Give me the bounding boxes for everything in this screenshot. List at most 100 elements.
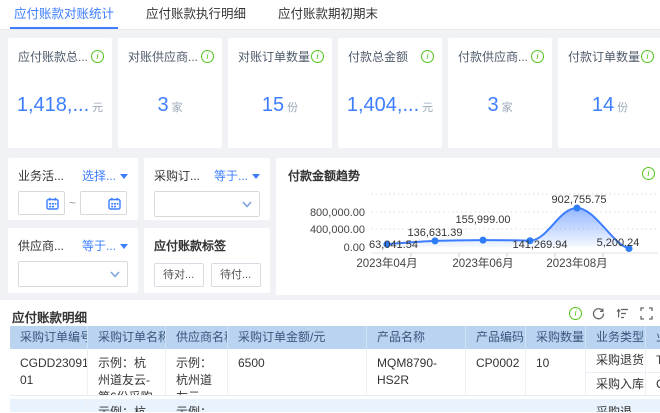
kpi-value: 1,418,... bbox=[16, 94, 90, 116]
point-label-4: 902,755.75 bbox=[551, 194, 606, 206]
col-order-amount[interactable]: 采购订单金额/元 bbox=[228, 326, 367, 349]
calendar-icon bbox=[108, 197, 121, 210]
date-from-input[interactable] bbox=[18, 191, 65, 215]
col-order-no[interactable]: 采购订单编号 bbox=[10, 326, 88, 349]
col-supplier[interactable]: 供应商名称 bbox=[166, 326, 228, 349]
cell-order-name: 示例：杭州 bbox=[88, 399, 166, 412]
cell-amount: 6500 bbox=[228, 349, 367, 396]
caret-down-icon bbox=[252, 174, 260, 179]
filter-label: 采购订... bbox=[154, 169, 201, 183]
cell-business-type: 采购退货 采购入库 bbox=[586, 349, 646, 396]
calendar-icon bbox=[46, 197, 59, 210]
kpi-card-recon-orders: 对账订单数量 i 15 份 bbox=[228, 38, 332, 148]
payment-trend-chart-panel: 800,000.00 400,000.00 0.00 2023年04月 2023… bbox=[276, 158, 660, 295]
cell-qty: 10 bbox=[526, 349, 586, 396]
x-tick-aug: 2023年08月 bbox=[546, 256, 607, 270]
filter-supplier: 供应商... 等于... bbox=[8, 228, 138, 293]
cell-order-name: 示例：杭州道友云-第6份采购订单 bbox=[88, 349, 166, 396]
operator-dropdown[interactable]: 等于... bbox=[214, 167, 260, 184]
table-title: 应付账款明细 bbox=[12, 311, 88, 325]
payable-detail-table: 采购订单编号 采购订单名称 供应商名称 采购订单金额/元 产品名称 产品编码 采… bbox=[10, 326, 660, 412]
tag-pending-reconcile-button[interactable]: 待对... bbox=[154, 263, 204, 287]
cell-supplier: 示例：杭州道友云 bbox=[166, 349, 228, 396]
top-tab-bar: 应付账款对账统计 应付账款执行明细 应付账款期初期末 bbox=[0, 0, 660, 30]
range-separator: ~ bbox=[69, 196, 77, 210]
kpi-value: 14 bbox=[591, 94, 615, 116]
tab-payable-reconciliation-stats[interactable]: 应付账款对账统计 bbox=[10, 0, 119, 29]
point-label-2: 155,999.00 bbox=[455, 214, 510, 226]
cell-product-name: MQM8790-HS2R bbox=[367, 349, 466, 396]
supplier-select[interactable] bbox=[18, 261, 128, 287]
cell-cutoff: T C bbox=[646, 349, 660, 396]
date-to-input[interactable] bbox=[80, 191, 128, 215]
point-label-3: 141,269.94 bbox=[512, 239, 567, 251]
kpi-card-payment-suppliers: 付款供应商... i 3家 bbox=[448, 38, 552, 148]
filter-label: 供应商... bbox=[18, 239, 65, 253]
tag-pending-payment-button[interactable]: 待付... bbox=[211, 263, 261, 287]
kpi-value: 3 bbox=[487, 94, 499, 116]
col-cutoff[interactable]: 业 bbox=[646, 326, 660, 349]
info-icon[interactable]: i bbox=[641, 50, 654, 63]
kpi-label: 对账订单数量 bbox=[238, 50, 311, 64]
cell-product-code: CP0002 bbox=[466, 349, 526, 396]
operator-dropdown[interactable]: 等于... bbox=[82, 237, 128, 254]
cell-supplier: 示例：杭州 bbox=[166, 399, 228, 412]
col-business-type[interactable]: 业务类型 bbox=[586, 326, 646, 349]
col-qty[interactable]: 采购数量 bbox=[526, 326, 586, 349]
info-icon[interactable]: i bbox=[311, 50, 324, 63]
refresh-icon[interactable] bbox=[591, 306, 606, 321]
tab-payable-opening-closing[interactable]: 应付账款期初期末 bbox=[274, 0, 382, 29]
y-tick-400k: 400,000.00 bbox=[310, 224, 365, 236]
info-icon[interactable]: i bbox=[421, 50, 434, 63]
info-icon[interactable]: i bbox=[531, 50, 544, 63]
point-label-1: 136,631.39 bbox=[407, 227, 462, 239]
filter-label: 业务活... bbox=[18, 169, 65, 183]
expand-icon[interactable] bbox=[639, 306, 654, 321]
kpi-unit: 家 bbox=[171, 102, 183, 114]
kpi-label: 付款供应商... bbox=[458, 50, 529, 64]
kpi-card-payment-orders: 付款订单数量 i 14 份 bbox=[558, 38, 660, 148]
column-sort-icon[interactable] bbox=[615, 306, 630, 321]
tags-title: 应付账款标签 bbox=[154, 239, 227, 253]
kpi-label: 付款总金额 bbox=[348, 50, 409, 64]
x-tick-apr: 2023年04月 bbox=[356, 256, 417, 270]
chevron-down-icon bbox=[242, 201, 252, 208]
point-label-5: 5,200.24 bbox=[597, 237, 640, 249]
point-label-0: 63,041.54 bbox=[369, 239, 418, 251]
kpi-card-payable-total: 应付账款总... i 1,418,... 元 bbox=[8, 38, 112, 148]
kpi-card-recon-suppliers: 对账供应商... i 3家 bbox=[118, 38, 222, 148]
table-row-partial[interactable]: 示例：杭州 示例：杭州 采购退货 bbox=[10, 399, 660, 412]
info-icon[interactable]: i bbox=[569, 307, 582, 320]
col-order-name[interactable]: 采购订单名称 bbox=[88, 326, 166, 349]
col-product-code[interactable]: 产品编码 bbox=[466, 326, 526, 349]
kpi-unit: 元 bbox=[422, 102, 434, 114]
info-icon[interactable]: i bbox=[91, 50, 104, 63]
cell-order-no: CGDD230918-01 bbox=[10, 349, 88, 396]
kpi-unit: 份 bbox=[287, 102, 299, 114]
kpi-label: 付款订单数量 bbox=[568, 50, 641, 64]
kpi-value: 3 bbox=[157, 94, 169, 116]
y-tick-800k: 800,000.00 bbox=[310, 207, 365, 219]
kpi-unit: 份 bbox=[617, 102, 629, 114]
table-row[interactable]: CGDD230918-01 示例：杭州道友云-第6份采购订单 示例：杭州道友云 … bbox=[10, 349, 660, 396]
y-tick-0: 0.00 bbox=[344, 242, 365, 254]
payable-detail-section: 应付账款明细 i 采购订单编号 采购订单名称 供应商名称 采购订单金额/元 产品… bbox=[0, 300, 660, 413]
info-icon[interactable]: i bbox=[201, 50, 214, 63]
info-icon[interactable]: i bbox=[642, 167, 655, 180]
caret-down-icon bbox=[120, 244, 128, 249]
kpi-card-payment-total: 付款总金额 i 1,404,... 元 bbox=[338, 38, 442, 148]
kpi-card-row: 应付账款总... i 1,418,... 元 对账供应商... i 3家 对账订单… bbox=[8, 38, 660, 148]
purchase-order-select[interactable] bbox=[154, 191, 260, 217]
cell-business-type: 采购退货 bbox=[586, 399, 646, 412]
caret-down-icon bbox=[120, 174, 128, 179]
kpi-unit: 元 bbox=[92, 102, 104, 114]
chart-title: 付款金额趋势 bbox=[288, 169, 361, 183]
filter-payable-tags: 应付账款标签 待对... 待付... bbox=[144, 228, 270, 293]
operator-dropdown[interactable]: 选择... bbox=[82, 167, 128, 184]
kpi-unit: 家 bbox=[501, 102, 513, 114]
col-product-name[interactable]: 产品名称 bbox=[367, 326, 466, 349]
filter-purchase-order: 采购订... 等于... bbox=[144, 158, 270, 220]
tab-payable-execution-detail[interactable]: 应付账款执行明细 bbox=[142, 0, 250, 29]
filter-business-activity: 业务活... 选择... ~ bbox=[8, 158, 138, 220]
kpi-label: 应付账款总... bbox=[18, 50, 89, 64]
